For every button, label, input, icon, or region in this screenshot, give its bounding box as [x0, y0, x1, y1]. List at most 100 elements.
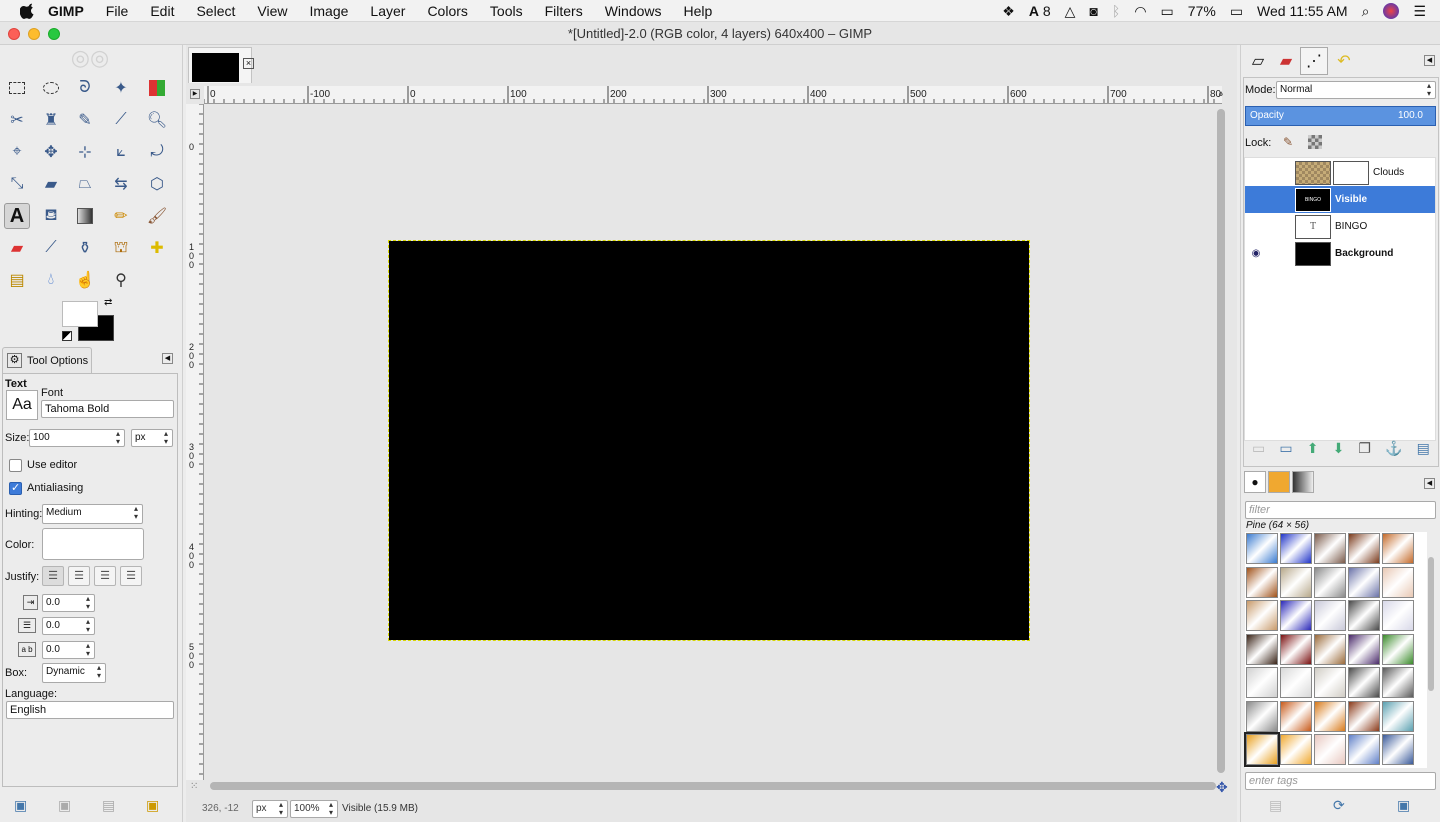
select-by-color-icon[interactable] — [144, 75, 170, 101]
shear-icon[interactable]: ▰ — [38, 171, 64, 197]
dock-menu-arrow-icon[interactable]: ◀ — [1424, 478, 1435, 489]
eye-icon[interactable]: ◉ — [1245, 248, 1267, 259]
mode-select[interactable]: Normal — [1276, 81, 1436, 99]
zoom-navigation-icon[interactable]: ⌕ — [1218, 89, 1230, 101]
smudge-icon[interactable]: ☝ — [72, 267, 98, 293]
pattern-swatch[interactable] — [1348, 566, 1380, 598]
rotate-icon[interactable]: ⤾ — [144, 139, 170, 165]
line-spacing-spinner[interactable]: 0.0 — [42, 617, 95, 635]
menu-gimp[interactable]: GIMP — [48, 3, 84, 19]
brushes-tab-icon[interactable]: ● — [1244, 471, 1266, 493]
scissors-icon[interactable]: ✂ — [4, 107, 30, 133]
zoom-icon[interactable]: 🔍︎ — [144, 107, 170, 133]
color-picker-icon[interactable]: ⟋ — [108, 107, 134, 133]
notification-center-icon[interactable]: ☰ — [1413, 3, 1426, 20]
canvas[interactable] — [205, 105, 1221, 779]
flip-icon[interactable]: ⇆ — [108, 171, 134, 197]
minimize-window-button[interactable] — [28, 28, 40, 40]
default-colors-icon[interactable] — [62, 331, 72, 341]
new-layer-icon[interactable]: ▭ — [1252, 440, 1265, 457]
close-image-tab-icon[interactable]: × — [243, 58, 254, 69]
pattern-swatch[interactable] — [1382, 566, 1414, 598]
dropbox-icon[interactable]: ❖ — [1002, 3, 1015, 20]
dock-menu-arrow-icon[interactable]: ◀ — [1424, 55, 1435, 66]
pattern-swatch[interactable] — [1280, 633, 1312, 665]
blur-sharpen-icon[interactable]: 💧︎ — [38, 267, 64, 293]
raise-layer-icon[interactable]: ⬆ — [1307, 440, 1319, 457]
pattern-swatch[interactable] — [1382, 667, 1414, 698]
pattern-swatch[interactable] — [1348, 700, 1380, 732]
zoom-window-button[interactable] — [48, 28, 60, 40]
bucket-fill-icon[interactable]: ⛾ — [38, 203, 64, 229]
antialiasing-checkbox[interactable] — [9, 481, 22, 495]
dock-menu-arrow-icon[interactable]: ◀ — [162, 353, 173, 364]
menu-image[interactable]: Image — [309, 3, 348, 19]
wifi-icon[interactable]: ◠ — [1134, 3, 1146, 20]
fuzzy-select-icon[interactable]: ✦ — [108, 75, 134, 101]
cc-icon[interactable]: ◙ — [1089, 3, 1097, 19]
siri-icon[interactable] — [1383, 3, 1400, 19]
text-color-button[interactable] — [42, 528, 144, 560]
move-icon[interactable]: ✥ — [38, 139, 64, 165]
perspective-icon[interactable]: ⏢ — [72, 171, 98, 197]
letter-spacing-spinner[interactable]: 0.0 — [42, 641, 95, 659]
pattern-swatch[interactable] — [1280, 734, 1312, 765]
dodge-burn-icon[interactable]: ⚲ — [108, 267, 134, 293]
justify-right-icon[interactable]: ☰ — [68, 566, 90, 586]
pattern-swatch[interactable] — [1314, 566, 1346, 598]
horizontal-ruler[interactable]: 0-1000100200300400500600700800 — [204, 86, 1222, 104]
pattern-swatch[interactable] — [1314, 734, 1346, 765]
hinting-select[interactable]: Medium — [42, 504, 143, 524]
menu-select[interactable]: Select — [196, 3, 235, 19]
zoom-select[interactable]: 100% — [290, 799, 338, 818]
cage-transform-icon[interactable]: ⬡ — [144, 171, 170, 197]
pattern-swatch[interactable] — [1382, 734, 1414, 765]
apple-menu-icon[interactable] — [19, 3, 36, 19]
pattern-swatch[interactable] — [1246, 667, 1278, 698]
drive-icon[interactable]: △ — [1065, 3, 1076, 20]
battery-percent[interactable]: 77% — [1188, 3, 1216, 19]
pattern-swatch[interactable] — [1348, 633, 1380, 665]
pattern-swatch[interactable] — [1314, 700, 1346, 732]
patterns-tab-icon[interactable] — [1268, 471, 1290, 493]
menu-filters[interactable]: Filters — [545, 3, 583, 19]
refresh-patterns-icon[interactable]: ⟳ — [1333, 797, 1345, 814]
pattern-swatch[interactable] — [1280, 600, 1312, 631]
pattern-swatch[interactable] — [1348, 600, 1380, 631]
anchor-layer-icon[interactable]: ⚓ — [1385, 440, 1402, 457]
pattern-swatch[interactable] — [1246, 700, 1278, 732]
navigate-icon[interactable]: ✥ — [1216, 779, 1228, 796]
pattern-swatch[interactable] — [1244, 732, 1280, 767]
pattern-swatch[interactable] — [1348, 533, 1380, 564]
menu-file[interactable]: File — [106, 3, 129, 19]
edit-pattern-icon[interactable]: ▤ — [1269, 797, 1282, 814]
layer-row-visible[interactable]: BINGO Visible — [1245, 186, 1435, 213]
foreground-select-icon[interactable]: ♜ — [38, 107, 64, 133]
layer-row-background[interactable]: ◉ Background — [1245, 240, 1435, 267]
airplay-icon[interactable]: ▭ — [1161, 3, 1174, 20]
delete-layer-icon[interactable]: ▤ — [1417, 440, 1430, 457]
ellipse-select-icon[interactable] — [38, 75, 64, 101]
size-spinner[interactable]: 100 — [29, 429, 125, 447]
size-unit-select[interactable]: px — [131, 429, 173, 447]
pattern-swatch[interactable] — [1246, 633, 1278, 665]
rect-select-icon[interactable] — [4, 75, 30, 101]
airbrush-icon[interactable]: ⟋ — [38, 235, 64, 261]
menu-layer[interactable]: Layer — [370, 3, 405, 19]
ink-icon[interactable]: ⚱ — [72, 235, 98, 261]
horizontal-scrollbar[interactable] — [206, 781, 1222, 791]
pattern-swatch[interactable] — [1280, 533, 1312, 564]
font-field[interactable]: Tahoma Bold — [41, 400, 174, 418]
free-select-icon[interactable]: ᘐ — [72, 75, 98, 101]
foreground-color-swatch[interactable] — [62, 301, 98, 327]
horizontal-scroll-thumb[interactable] — [210, 782, 1216, 790]
heal-icon[interactable]: ✚ — [144, 235, 170, 261]
swap-colors-icon[interactable]: ⇄ — [104, 297, 112, 308]
layer-row-bingo[interactable]: T BINGO — [1245, 213, 1435, 240]
paths-tab-icon[interactable]: ⋰ — [1300, 47, 1328, 75]
menu-windows[interactable]: Windows — [605, 3, 662, 19]
text-tool-icon[interactable]: A — [4, 203, 30, 229]
open-pattern-icon[interactable]: ▣ — [1397, 797, 1410, 814]
lock-pixels-icon[interactable]: ✎ — [1283, 135, 1293, 149]
tab-tool-options[interactable]: ⚙ Tool Options — [2, 347, 92, 373]
